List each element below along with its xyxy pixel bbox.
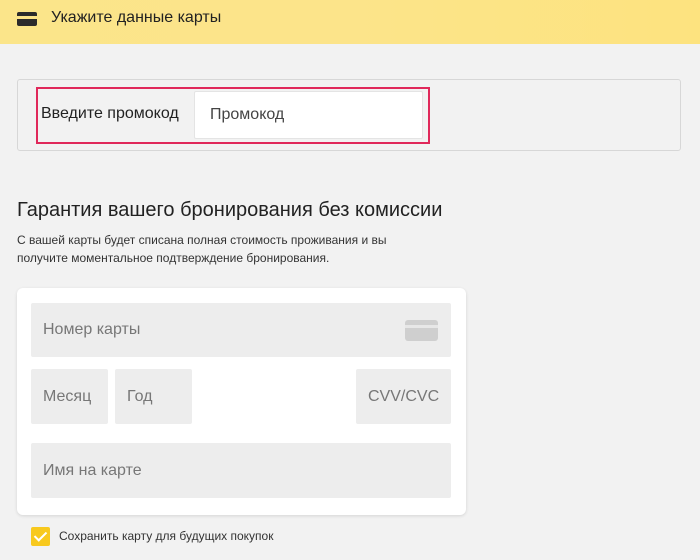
cvv-input[interactable]: CVV/CVC: [356, 369, 451, 424]
guarantee-title: Гарантия вашего бронирования без комисси…: [17, 199, 443, 221]
cardholder-name-placeholder: Имя на карте: [43, 461, 142, 479]
credit-card-icon: [405, 320, 438, 341]
expiry-year-input[interactable]: Год: [115, 369, 192, 424]
cardholder-name-input[interactable]: Имя на карте: [31, 443, 451, 498]
credit-card-icon: [17, 12, 37, 26]
card-number-placeholder: Номер карты: [43, 321, 141, 338]
promo-code-label: Введите промокод: [41, 105, 179, 122]
header-title: Укажите данные карты: [51, 9, 222, 26]
promo-code-input[interactable]: [194, 91, 423, 139]
expiry-month-placeholder: Месяц: [43, 387, 92, 405]
expiry-year-placeholder: Год: [127, 387, 153, 405]
cvv-placeholder: CVV/CVC: [368, 387, 440, 405]
guarantee-description: С вашей карты будет списана полная стоим…: [17, 233, 387, 265]
save-card-label[interactable]: Сохранить карту для будущих покупок: [59, 529, 273, 543]
card-number-input[interactable]: Номер карты: [31, 303, 451, 357]
save-card-checkbox[interactable]: [31, 527, 50, 546]
expiry-month-input[interactable]: Месяц: [31, 369, 108, 424]
page-header: Укажите данные карты: [0, 0, 700, 44]
